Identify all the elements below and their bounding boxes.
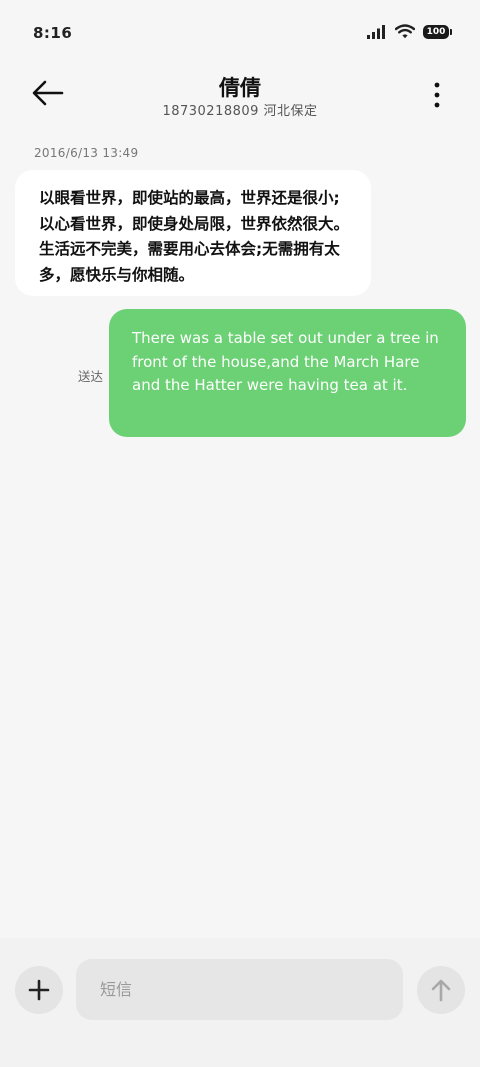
battery-icon: 100 bbox=[423, 24, 452, 39]
message-input[interactable] bbox=[76, 959, 403, 1020]
status-time: 8:16 bbox=[33, 24, 73, 42]
status-bar: 8:16 100 bbox=[0, 0, 480, 66]
send-button[interactable] bbox=[417, 966, 465, 1014]
contact-subtitle: 18730218809 河北保定 bbox=[162, 104, 318, 119]
composer-bar bbox=[0, 938, 480, 1067]
delivery-status: 送达 bbox=[78, 369, 104, 384]
conversation-header: 倩倩 18730218809 河北保定 bbox=[0, 66, 480, 126]
wifi-icon bbox=[395, 24, 415, 39]
message-timestamp: 2016/6/13 13:49 bbox=[34, 146, 139, 160]
sent-message-bubble[interactable]: There was a table set out under a tree i… bbox=[109, 309, 466, 437]
add-attachment-button[interactable] bbox=[15, 966, 63, 1014]
more-vertical-icon bbox=[434, 82, 440, 108]
contact-name: 倩倩 bbox=[219, 76, 261, 100]
more-options-button[interactable] bbox=[432, 80, 442, 110]
signal-icon bbox=[367, 24, 387, 39]
received-message-bubble[interactable]: 以眼看世界，即使站的最高，世界还是很小;以心看世界，即使身处局限，世界依然很大。… bbox=[15, 170, 371, 296]
plus-icon bbox=[28, 979, 50, 1001]
status-icons: 100 bbox=[367, 24, 452, 39]
send-arrow-icon bbox=[431, 979, 451, 1002]
